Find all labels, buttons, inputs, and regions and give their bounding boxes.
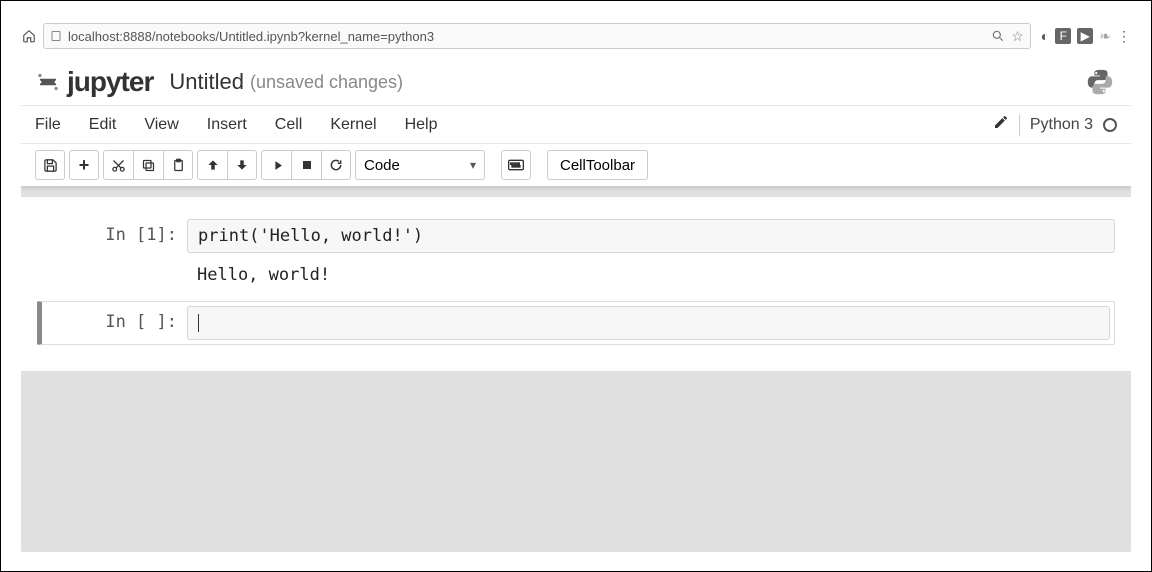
edit-icon[interactable]: [993, 114, 1009, 135]
home-icon[interactable]: [21, 28, 37, 44]
jupyter-logo-text: jupyter: [67, 66, 153, 98]
code-cell-selected[interactable]: In [ ]:: [37, 301, 1115, 345]
menu-edit[interactable]: Edit: [89, 116, 117, 134]
menu-insert[interactable]: Insert: [207, 116, 247, 134]
command-palette-button[interactable]: [501, 150, 531, 180]
ext-icon-more[interactable]: ⋮: [1117, 28, 1131, 44]
code-input[interactable]: [187, 306, 1110, 340]
menu-cell[interactable]: Cell: [275, 116, 303, 134]
ext-icon-f[interactable]: F: [1055, 28, 1071, 44]
celltoolbar-button[interactable]: CellToolbar: [547, 150, 648, 180]
kernel-indicator-icon: [1103, 118, 1117, 132]
celltype-selected: Code: [364, 157, 400, 174]
page-icon: [50, 30, 62, 42]
cursor-icon: [198, 314, 199, 332]
ext-icon-video[interactable]: ▶: [1077, 28, 1093, 44]
save-button[interactable]: [35, 150, 65, 180]
copy-button[interactable]: [133, 150, 163, 180]
input-prompt: In [1]:: [37, 219, 187, 245]
jupyter-logo-icon: [35, 69, 61, 95]
notebook-status: (unsaved changes): [250, 72, 403, 93]
move-up-button[interactable]: [197, 150, 227, 180]
add-cell-button[interactable]: +: [69, 150, 99, 180]
interrupt-button[interactable]: [291, 150, 321, 180]
ext-icon-evernote[interactable]: ❧: [1099, 28, 1111, 44]
output-row: In [1]: Hello, world!: [37, 259, 1115, 291]
url-text: localhost:8888/notebooks/Untitled.ipynb?…: [68, 29, 434, 44]
url-bar[interactable]: localhost:8888/notebooks/Untitled.ipynb?…: [43, 23, 1031, 49]
menu-kernel[interactable]: Kernel: [330, 116, 376, 134]
celltoolbar-label: CellToolbar: [560, 157, 635, 174]
ext-icon-adblock[interactable]: ◐: [1041, 28, 1049, 44]
input-prompt: In [ ]:: [42, 306, 187, 332]
code-input[interactable]: print('Hello, world!'): [187, 219, 1115, 253]
star-icon[interactable]: ☆: [1011, 28, 1024, 45]
code-cell[interactable]: In [1]: print('Hello, world!'): [37, 219, 1115, 253]
cut-button[interactable]: [103, 150, 133, 180]
move-down-button[interactable]: [227, 150, 257, 180]
celltype-select[interactable]: Code: [355, 150, 485, 180]
kernel-name[interactable]: Python 3: [1030, 116, 1093, 134]
zoom-icon[interactable]: [991, 29, 1005, 43]
jupyter-logo[interactable]: jupyter: [35, 66, 153, 98]
python-logo-icon: [1083, 65, 1117, 99]
paste-button[interactable]: [163, 150, 193, 180]
browser-extensions: ◐ F ▶ ❧ ⋮: [1037, 28, 1131, 44]
output-text: Hello, world!: [187, 259, 1115, 291]
notebook-title[interactable]: Untitled: [169, 69, 244, 95]
run-button[interactable]: [261, 150, 291, 180]
menu-help[interactable]: Help: [405, 116, 438, 134]
menu-view[interactable]: View: [144, 116, 178, 134]
menu-file[interactable]: File: [35, 116, 61, 134]
divider: [1019, 114, 1020, 136]
restart-button[interactable]: [321, 150, 351, 180]
